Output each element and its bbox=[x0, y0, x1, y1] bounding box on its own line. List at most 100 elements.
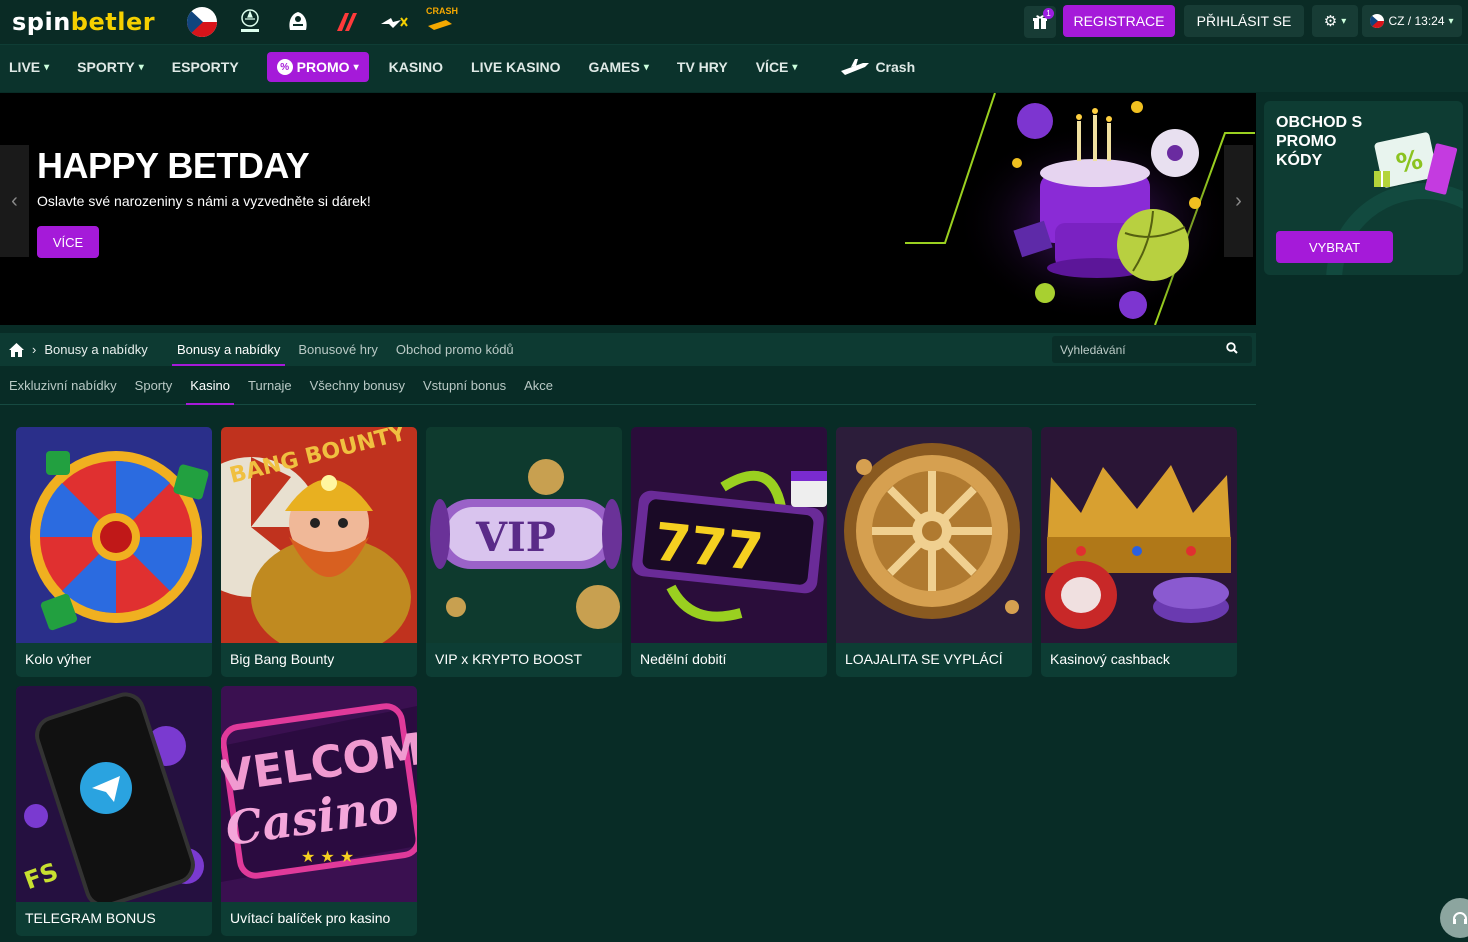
search-icon[interactable] bbox=[1226, 342, 1238, 357]
headset-icon bbox=[1453, 912, 1467, 924]
bonus-card-title: LOAJALITA SE VYPLÁCÍ bbox=[845, 651, 1003, 667]
section-tabs: Bonusy a nabídky Bonusové hry Obchod pro… bbox=[168, 333, 523, 366]
chevron-down-icon: ▾ bbox=[1448, 15, 1454, 27]
nav-kasino[interactable]: KASINO bbox=[389, 52, 443, 82]
tab-bonusy-a-nabidky[interactable]: Bonusy a nabídky bbox=[168, 333, 289, 366]
gear-icon: ⚙ bbox=[1323, 13, 1338, 30]
nav-sporty-label: SPORTY bbox=[77, 59, 135, 75]
sevens-art-text: 777 bbox=[651, 512, 765, 583]
nav-vice[interactable]: VÍCE ▾ bbox=[756, 52, 798, 82]
bonus-card[interactable]: VIP VIP x KRYPTO BOOST bbox=[426, 427, 622, 677]
category-subtabs: Exkluzivní nabídky Sporty Kasino Turnaje… bbox=[0, 367, 1256, 405]
hero-subtitle: Oslavte své narozeniny s námi a vyzvedně… bbox=[37, 193, 371, 209]
search-box bbox=[1052, 336, 1252, 363]
prize-wheel-image bbox=[16, 427, 212, 643]
nav-esporty[interactable]: ESPORTY bbox=[172, 52, 239, 82]
nav-games[interactable]: GAMES ▾ bbox=[589, 52, 649, 82]
promo-code-shop-card[interactable]: OBCHOD S PROMO KÓDY % VYBRAT bbox=[1264, 101, 1463, 275]
laliga-icon[interactable] bbox=[329, 5, 363, 39]
welcome-package-image: VELCOM Casino ★ ★ ★ bbox=[221, 686, 417, 902]
percent-icon: % bbox=[276, 59, 293, 75]
logo-part-1: spin bbox=[12, 8, 71, 36]
betx-icon[interactable] bbox=[377, 5, 411, 39]
hero-banner: ‹ HAPPY BETDAY Oslavte své narozeniny s … bbox=[0, 93, 1256, 325]
loyalty-wheel-image bbox=[836, 427, 1032, 643]
register-button[interactable]: REGISTRACE bbox=[1063, 5, 1175, 37]
bonus-card-title: Nedělní dobití bbox=[640, 651, 727, 667]
cz-flag-icon[interactable] bbox=[185, 5, 219, 39]
breadcrumb-current[interactable]: Bonusy a nabídky bbox=[44, 342, 147, 357]
nav-live-label: LIVE bbox=[9, 59, 41, 75]
bonus-card[interactable]: Kasinový cashback bbox=[1041, 427, 1237, 677]
nav-vice-label: VÍCE bbox=[755, 59, 789, 75]
nav-kasino-label: KASINO bbox=[388, 59, 444, 75]
svg-text:★ ★ ★: ★ ★ ★ bbox=[301, 847, 354, 866]
bonus-card-title: TELEGRAM BONUS bbox=[25, 910, 156, 926]
chevron-down-icon: ▾ bbox=[138, 61, 144, 73]
promo-card-select-button[interactable]: VYBRAT bbox=[1276, 231, 1393, 263]
gift-button[interactable]: 1 bbox=[1024, 6, 1056, 38]
voucher-icon: % bbox=[1374, 132, 1458, 195]
chevron-down-icon: ▾ bbox=[792, 61, 798, 73]
subtab-kasino[interactable]: Kasino bbox=[181, 367, 239, 405]
nav-games-label: GAMES bbox=[588, 59, 640, 75]
tab-obchod-promo-kodu[interactable]: Obchod promo kódů bbox=[387, 333, 523, 366]
breadcrumb-separator-icon: › bbox=[32, 342, 37, 357]
airplane-icon bbox=[841, 59, 870, 75]
premier-league-icon[interactable] bbox=[281, 5, 315, 39]
nav-tv-hry[interactable]: TV HRY bbox=[677, 52, 728, 82]
telegram-bonus-image: FS bbox=[16, 686, 212, 902]
bonus-card[interactable]: LOAJALITA SE VYPLÁCÍ bbox=[836, 427, 1032, 677]
subtab-sporty[interactable]: Sporty bbox=[126, 367, 182, 405]
subtab-vsechny-bonusy[interactable]: Všechny bonusy bbox=[301, 367, 414, 405]
main-navigation: LIVE ▾ SPORTY ▾ ESPORTY % PROMO ▾ KASINO LIV… bbox=[0, 44, 1468, 92]
bonus-card-title: Kolo výher bbox=[25, 651, 92, 667]
nav-crash[interactable]: Crash bbox=[839, 52, 915, 82]
breadcrumb: › Bonusy a nabídky bbox=[9, 333, 148, 366]
bonus-card-title: Big Bang Bounty bbox=[230, 651, 335, 667]
hero-next-button[interactable]: › bbox=[1224, 145, 1253, 257]
gift-count-badge: 1 bbox=[1043, 8, 1054, 19]
birthday-cake-illustration bbox=[905, 93, 1255, 325]
nav-live-kasino[interactable]: LIVE KASINO bbox=[471, 52, 560, 82]
chevron-down-icon: ▾ bbox=[44, 61, 50, 73]
bonus-card-title: Kasinový cashback bbox=[1050, 651, 1170, 667]
subtab-turnaje[interactable]: Turnaje bbox=[239, 367, 301, 405]
sunday-reload-image: 777 bbox=[631, 427, 827, 643]
subtab-akce[interactable]: Akce bbox=[515, 367, 562, 405]
cz-flag-icon bbox=[1370, 14, 1385, 28]
chevron-down-icon: ▾ bbox=[353, 61, 359, 73]
nav-live[interactable]: LIVE ▾ bbox=[9, 52, 49, 82]
nav-promo[interactable]: % PROMO ▾ bbox=[266, 52, 369, 82]
crash-game-icon[interactable]: CRASH bbox=[425, 5, 459, 39]
home-icon[interactable] bbox=[9, 342, 24, 357]
search-input[interactable] bbox=[1052, 341, 1222, 358]
champions-league-icon[interactable] bbox=[233, 5, 267, 39]
nav-live-kasino-label: LIVE KASINO bbox=[471, 59, 561, 75]
crown-cashback-image bbox=[1041, 427, 1237, 643]
login-button[interactable]: PŘIHLÁSIT SE bbox=[1184, 5, 1304, 37]
nav-esporty-label: ESPORTY bbox=[171, 59, 239, 75]
bonus-card[interactable]: 777 Nedělní dobití bbox=[631, 427, 827, 677]
breadcrumb-bar: › Bonusy a nabídky Bonusy a nabídky Bonu… bbox=[0, 333, 1256, 366]
language-time-button[interactable]: CZ / 13:24 ▾ bbox=[1362, 5, 1462, 37]
bonus-card[interactable]: VELCOM Casino ★ ★ ★ Uvítací balíček pro … bbox=[221, 686, 417, 936]
bonus-card[interactable]: BANG BOUNTY Big Bang Bounty bbox=[221, 427, 417, 677]
bonus-card[interactable]: Kolo výher bbox=[16, 427, 212, 677]
hero-more-button[interactable]: VÍCE bbox=[37, 226, 99, 258]
settings-button[interactable]: ⚙ ▾ bbox=[1312, 5, 1358, 37]
support-chat-button[interactable] bbox=[1440, 898, 1468, 938]
site-logo[interactable]: spinbetler bbox=[12, 8, 155, 36]
crash-caption: CRASH bbox=[425, 6, 458, 16]
hero-title: HAPPY BETDAY bbox=[37, 145, 310, 186]
nav-promo-label: PROMO bbox=[296, 59, 350, 75]
hero-prev-button[interactable]: ‹ bbox=[0, 145, 29, 257]
subtab-exkluzivni-nabidky[interactable]: Exkluzivní nabídky bbox=[0, 367, 126, 405]
nav-sporty[interactable]: SPORTY ▾ bbox=[77, 52, 144, 82]
top-header: spinbetler CRASH 1 REGISTRACE PŘIHLÁSIT … bbox=[0, 0, 1468, 44]
language-time-label: CZ / 13:24 bbox=[1388, 14, 1445, 28]
chevron-down-icon: ▾ bbox=[1341, 15, 1347, 27]
bonus-card[interactable]: FS TELEGRAM BONUS bbox=[16, 686, 212, 936]
tab-bonusove-hry[interactable]: Bonusové hry bbox=[289, 333, 387, 366]
subtab-vstupni-bonus[interactable]: Vstupní bonus bbox=[414, 367, 515, 405]
